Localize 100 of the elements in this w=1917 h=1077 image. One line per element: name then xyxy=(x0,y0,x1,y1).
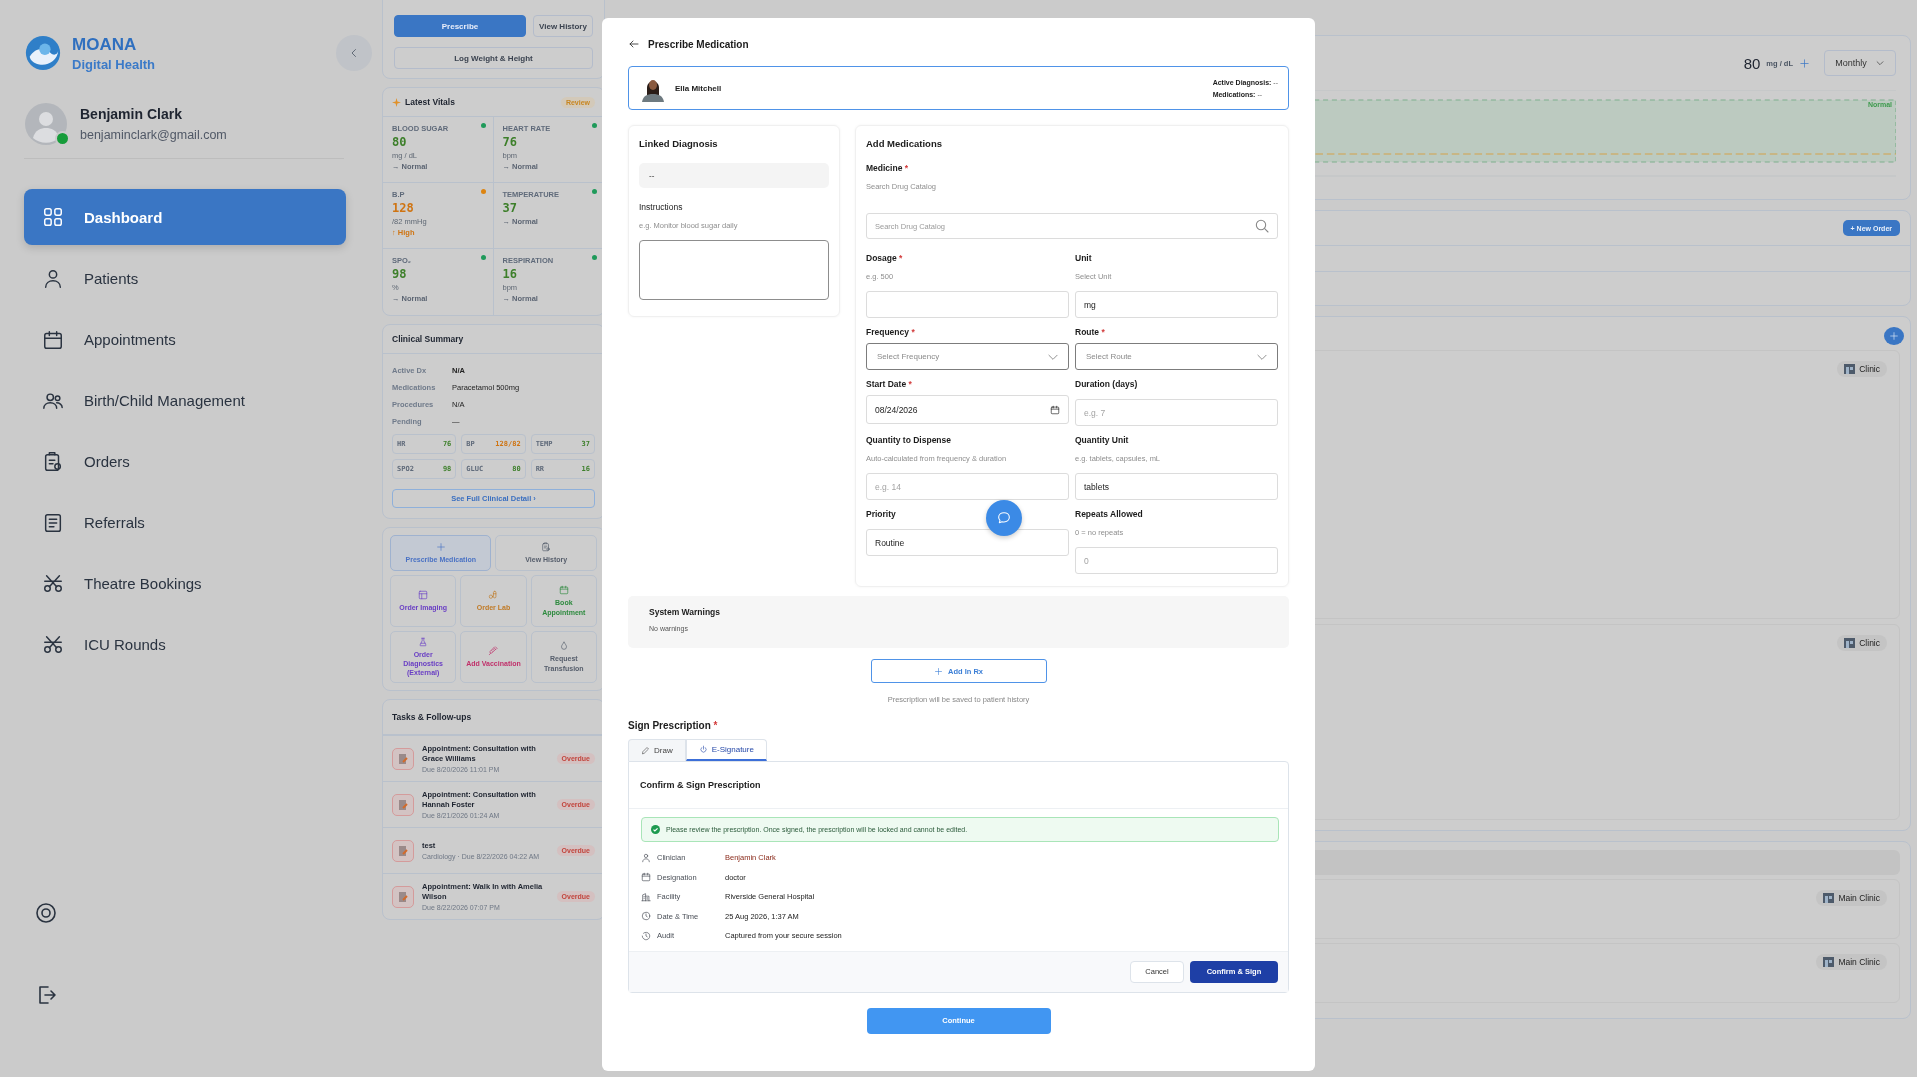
card-title: Clinical Summary xyxy=(392,334,464,344)
plus-icon xyxy=(934,666,943,676)
chat-button[interactable] xyxy=(986,500,1022,536)
clipboard-icon xyxy=(42,450,64,473)
input-field[interactable]: e.g. 14 xyxy=(866,473,1069,500)
user-email: benjaminclark@gmail.com xyxy=(80,128,227,142)
settings-icon xyxy=(34,901,58,925)
field-label: Repeats Allowed xyxy=(1075,509,1143,519)
history-button[interactable]: View History xyxy=(533,15,593,37)
brand-name: MOANA xyxy=(72,34,138,55)
section-title: Sign Prescription * xyxy=(628,720,719,731)
signature-tab[interactable]: E-Signature xyxy=(685,739,767,761)
back-button[interactable] xyxy=(628,38,640,50)
vital-value: 76 xyxy=(502,135,518,149)
instructions-field[interactable] xyxy=(639,240,829,300)
date-field[interactable]: 08/24/2026 xyxy=(866,395,1069,424)
nav-item[interactable]: Referrals xyxy=(24,495,346,550)
plus-icon xyxy=(1889,331,1899,342)
field-label: Quantity to Dispense xyxy=(866,435,951,445)
clipboard-icon xyxy=(541,541,552,552)
building-icon xyxy=(1823,957,1835,967)
person-icon xyxy=(641,852,651,863)
list-icon xyxy=(42,511,64,534)
document-icon xyxy=(392,839,414,862)
history-icon xyxy=(641,930,651,941)
prescribe-button[interactable]: Prescribe xyxy=(394,15,526,37)
syringe-icon xyxy=(488,645,499,656)
check-icon xyxy=(651,825,660,834)
grid-icon xyxy=(42,206,64,228)
calendar-icon xyxy=(558,585,569,596)
field-label: Route * xyxy=(1075,327,1105,337)
confirm-title: Confirm & Sign Prescription xyxy=(629,762,1288,809)
panel-title: Linked Diagnosis xyxy=(639,138,719,149)
field-label: Medicine * xyxy=(866,163,910,173)
input-field[interactable]: 0 xyxy=(1075,547,1278,574)
location-badge: Main Clinic xyxy=(1816,890,1887,906)
signature-tab[interactable]: Draw xyxy=(628,739,686,761)
nav-item[interactable]: Birth/Child Management xyxy=(24,373,346,428)
logo-icon xyxy=(24,34,62,72)
select-field[interactable]: Select Route xyxy=(1075,343,1278,370)
plus-icon xyxy=(1799,57,1810,69)
scissors-icon xyxy=(42,572,64,595)
plus-icon xyxy=(435,541,446,552)
input-field[interactable]: tablets xyxy=(1075,473,1278,500)
building-icon xyxy=(641,891,651,902)
field-label: Dosage * xyxy=(866,253,903,263)
select-field[interactable]: Select Frequency xyxy=(866,343,1069,370)
history-button[interactable]: Log Weight & Height xyxy=(394,47,593,69)
field-label: Instructions xyxy=(639,202,684,212)
layout-icon xyxy=(418,589,429,600)
building-icon xyxy=(1844,364,1856,375)
panel-title: Add Medications xyxy=(866,138,943,149)
input-field[interactable]: Routine xyxy=(866,529,1069,556)
input-field[interactable]: e.g. 7 xyxy=(1075,399,1278,426)
nav-item[interactable]: Theatre Bookings xyxy=(24,556,346,611)
location-badge: Clinic xyxy=(1837,361,1887,378)
back-arrow-icon xyxy=(628,38,640,50)
vital-value: 16 xyxy=(502,267,518,281)
diagnosis-field[interactable]: -- xyxy=(639,163,829,188)
nav-item[interactable]: Dashboard xyxy=(24,189,346,245)
brand-tagline: Digital Health xyxy=(72,56,156,72)
vital-value: 98 xyxy=(392,267,408,281)
vital-value: 80 xyxy=(392,135,408,149)
input-field[interactable]: mg xyxy=(1075,291,1278,318)
drop-icon xyxy=(558,641,569,652)
card-title: Latest Vitals xyxy=(405,97,455,107)
vital-value: 37 xyxy=(502,201,518,215)
add-button[interactable] xyxy=(1884,327,1904,346)
chevron-down-icon xyxy=(1874,58,1885,68)
nav-item[interactable]: Appointments xyxy=(24,312,346,367)
period-dropdown[interactable]: Monthly xyxy=(1824,50,1896,76)
user-name: Benjamin Clark xyxy=(80,106,183,122)
clock-icon xyxy=(641,911,651,922)
chat-icon xyxy=(996,510,1012,526)
document-icon xyxy=(392,793,414,816)
patient-name: Ella Mitchell xyxy=(675,83,722,93)
field-label: Unit xyxy=(1075,253,1092,263)
location-badge: Main Clinic xyxy=(1816,954,1887,970)
dialog-title: Prescribe Medication xyxy=(648,38,749,50)
field-label: Start Date * xyxy=(866,379,912,389)
avatar-icon xyxy=(24,102,68,146)
search-icon xyxy=(1254,218,1270,234)
input-field[interactable] xyxy=(866,291,1069,318)
document-icon xyxy=(392,885,414,908)
field-label: Quantity Unit xyxy=(1075,435,1129,445)
test-tube-icon xyxy=(488,589,499,600)
nav-item[interactable]: Orders xyxy=(24,434,346,489)
warnings-title: System Warnings xyxy=(649,607,721,617)
building-icon xyxy=(1844,637,1856,648)
field-label: Duration (days) xyxy=(1075,379,1138,389)
person-icon xyxy=(42,267,64,290)
calendar-icon xyxy=(641,872,651,883)
document-icon xyxy=(392,747,414,770)
pencil-icon xyxy=(641,746,650,755)
calendar-icon xyxy=(42,328,64,351)
card-title: Tasks & Follow-ups xyxy=(392,712,472,722)
scissors-icon xyxy=(42,633,64,656)
vital-value: 128 xyxy=(392,201,415,215)
nav-item[interactable]: ICU Rounds xyxy=(24,617,346,672)
nav-item[interactable]: Patients xyxy=(24,251,346,306)
